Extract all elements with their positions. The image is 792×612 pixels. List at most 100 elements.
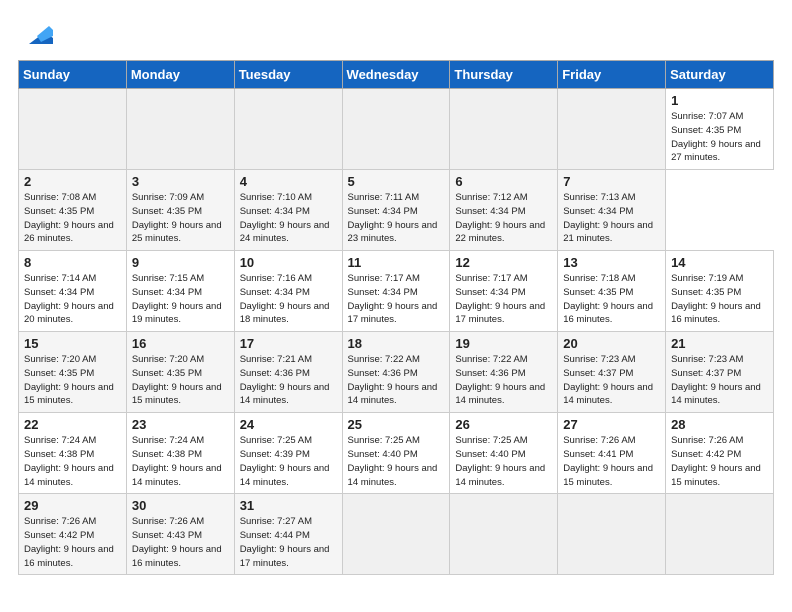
day-info: Sunrise: 7:21 AM Sunset: 4:36 PM Dayligh…: [240, 354, 330, 406]
calendar-cell: 3 Sunrise: 7:09 AM Sunset: 4:35 PM Daylig…: [126, 170, 234, 251]
calendar-cell: 17Sunrise: 7:21 AM Sunset: 4:36 PM Dayli…: [234, 332, 342, 413]
calendar-cell: 2Sunrise: 7:08 AM Sunset: 4:35 PM Daylig…: [19, 170, 127, 251]
calendar-cell: [342, 494, 450, 575]
calendar-cell: [450, 494, 558, 575]
calendar-cell: 26 Sunrise: 7:25 AM Sunset: 4:40 PM Dayli…: [450, 413, 558, 494]
day-number: 30: [132, 498, 230, 513]
day-number: 21: [671, 336, 769, 351]
calendar-cell: 1 Sunrise: 7:07 AM Sunset: 4:35 PM Daylig…: [666, 89, 774, 170]
day-info: Sunrise: 7:12 AM Sunset: 4:34 PM Dayligh…: [455, 192, 545, 244]
calendar-cell: [666, 494, 774, 575]
day-info: Sunrise: 7:26 AM Sunset: 4:42 PM Dayligh…: [671, 435, 761, 487]
calendar-cell: 10 Sunrise: 7:16 AM Sunset: 4:34 PM Dayli…: [234, 251, 342, 332]
day-number: 24: [240, 417, 338, 432]
calendar-header-tuesday: Tuesday: [234, 61, 342, 89]
day-info: Sunrise: 7:23 AM Sunset: 4:37 PM Dayligh…: [671, 354, 761, 406]
calendar-cell: 18 Sunrise: 7:22 AM Sunset: 4:36 PM Dayli…: [342, 332, 450, 413]
calendar-cell: 14 Sunrise: 7:19 AM Sunset: 4:35 PM Dayli…: [666, 251, 774, 332]
day-number: 3: [132, 174, 230, 189]
day-info: Sunrise: 7:26 AM Sunset: 4:42 PM Dayligh…: [24, 516, 114, 568]
calendar-cell: 25 Sunrise: 7:25 AM Sunset: 4:40 PM Dayli…: [342, 413, 450, 494]
day-number: 23: [132, 417, 230, 432]
day-number: 29: [24, 498, 122, 513]
day-info: Sunrise: 7:09 AM Sunset: 4:35 PM Dayligh…: [132, 192, 222, 244]
calendar-week-row: 22 Sunrise: 7:24 AM Sunset: 4:38 PM Dayli…: [19, 413, 774, 494]
calendar-week-row: 29 Sunrise: 7:26 AM Sunset: 4:42 PM Dayli…: [19, 494, 774, 575]
calendar-week-row: 2Sunrise: 7:08 AM Sunset: 4:35 PM Daylig…: [19, 170, 774, 251]
logo-icon: [21, 16, 53, 48]
calendar-cell: 7Sunrise: 7:13 AM Sunset: 4:34 PM Daylig…: [558, 170, 666, 251]
day-number: 15: [24, 336, 122, 351]
day-info: Sunrise: 7:17 AM Sunset: 4:34 PM Dayligh…: [455, 273, 545, 325]
day-info: Sunrise: 7:24 AM Sunset: 4:38 PM Dayligh…: [24, 435, 114, 487]
day-number: 31: [240, 498, 338, 513]
day-info: Sunrise: 7:26 AM Sunset: 4:41 PM Dayligh…: [563, 435, 653, 487]
calendar-cell: 15 Sunrise: 7:20 AM Sunset: 4:35 PM Dayli…: [19, 332, 127, 413]
calendar-cell: [558, 89, 666, 170]
page: SundayMondayTuesdayWednesdayThursdayFrid…: [0, 0, 792, 612]
calendar-header-row: SundayMondayTuesdayWednesdayThursdayFrid…: [19, 61, 774, 89]
day-number: 5: [348, 174, 446, 189]
day-info: Sunrise: 7:27 AM Sunset: 4:44 PM Dayligh…: [240, 516, 330, 568]
day-info: Sunrise: 7:20 AM Sunset: 4:35 PM Dayligh…: [132, 354, 222, 406]
calendar-header-sunday: Sunday: [19, 61, 127, 89]
day-info: Sunrise: 7:25 AM Sunset: 4:40 PM Dayligh…: [455, 435, 545, 487]
calendar-cell: 12 Sunrise: 7:17 AM Sunset: 4:34 PM Dayli…: [450, 251, 558, 332]
day-info: Sunrise: 7:23 AM Sunset: 4:37 PM Dayligh…: [563, 354, 653, 406]
calendar-header-thursday: Thursday: [450, 61, 558, 89]
day-info: Sunrise: 7:22 AM Sunset: 4:36 PM Dayligh…: [348, 354, 438, 406]
day-info: Sunrise: 7:25 AM Sunset: 4:39 PM Dayligh…: [240, 435, 330, 487]
day-number: 14: [671, 255, 769, 270]
calendar-cell: 5 Sunrise: 7:11 AM Sunset: 4:34 PM Daylig…: [342, 170, 450, 251]
calendar-header-saturday: Saturday: [666, 61, 774, 89]
calendar-header-friday: Friday: [558, 61, 666, 89]
calendar-cell: 13 Sunrise: 7:18 AM Sunset: 4:35 PM Dayli…: [558, 251, 666, 332]
day-info: Sunrise: 7:11 AM Sunset: 4:34 PM Dayligh…: [348, 192, 438, 244]
day-number: 19: [455, 336, 553, 351]
calendar-cell: [342, 89, 450, 170]
day-info: Sunrise: 7:25 AM Sunset: 4:40 PM Dayligh…: [348, 435, 438, 487]
calendar-cell: 22 Sunrise: 7:24 AM Sunset: 4:38 PM Dayli…: [19, 413, 127, 494]
day-number: 12: [455, 255, 553, 270]
day-info: Sunrise: 7:22 AM Sunset: 4:36 PM Dayligh…: [455, 354, 545, 406]
calendar-cell: 9Sunrise: 7:15 AM Sunset: 4:34 PM Daylig…: [126, 251, 234, 332]
day-info: Sunrise: 7:18 AM Sunset: 4:35 PM Dayligh…: [563, 273, 653, 325]
day-info: Sunrise: 7:10 AM Sunset: 4:34 PM Dayligh…: [240, 192, 330, 244]
calendar-header-wednesday: Wednesday: [342, 61, 450, 89]
day-number: 26: [455, 417, 553, 432]
day-number: 20: [563, 336, 661, 351]
calendar-cell: [234, 89, 342, 170]
day-number: 22: [24, 417, 122, 432]
day-info: Sunrise: 7:16 AM Sunset: 4:34 PM Dayligh…: [240, 273, 330, 325]
calendar-week-row: 1 Sunrise: 7:07 AM Sunset: 4:35 PM Daylig…: [19, 89, 774, 170]
day-number: 8: [24, 255, 122, 270]
calendar-cell: 4Sunrise: 7:10 AM Sunset: 4:34 PM Daylig…: [234, 170, 342, 251]
day-number: 25: [348, 417, 446, 432]
day-number: 1: [671, 93, 769, 108]
day-number: 6: [455, 174, 553, 189]
day-info: Sunrise: 7:08 AM Sunset: 4:35 PM Dayligh…: [24, 192, 114, 244]
calendar-cell: 24 Sunrise: 7:25 AM Sunset: 4:39 PM Dayli…: [234, 413, 342, 494]
calendar-week-row: 8 Sunrise: 7:14 AM Sunset: 4:34 PM Daylig…: [19, 251, 774, 332]
day-info: Sunrise: 7:14 AM Sunset: 4:34 PM Dayligh…: [24, 273, 114, 325]
calendar-cell: 30 Sunrise: 7:26 AM Sunset: 4:43 PM Dayli…: [126, 494, 234, 575]
day-number: 28: [671, 417, 769, 432]
day-number: 16: [132, 336, 230, 351]
day-info: Sunrise: 7:26 AM Sunset: 4:43 PM Dayligh…: [132, 516, 222, 568]
calendar-header-monday: Monday: [126, 61, 234, 89]
day-info: Sunrise: 7:20 AM Sunset: 4:35 PM Dayligh…: [24, 354, 114, 406]
day-number: 13: [563, 255, 661, 270]
day-info: Sunrise: 7:07 AM Sunset: 4:35 PM Dayligh…: [671, 111, 761, 163]
day-number: 27: [563, 417, 661, 432]
calendar-cell: 27 Sunrise: 7:26 AM Sunset: 4:41 PM Dayli…: [558, 413, 666, 494]
day-number: 10: [240, 255, 338, 270]
calendar-cell: 31 Sunrise: 7:27 AM Sunset: 4:44 PM Dayli…: [234, 494, 342, 575]
day-number: 18: [348, 336, 446, 351]
calendar-cell: 28 Sunrise: 7:26 AM Sunset: 4:42 PM Dayli…: [666, 413, 774, 494]
day-info: Sunrise: 7:19 AM Sunset: 4:35 PM Dayligh…: [671, 273, 761, 325]
day-info: Sunrise: 7:17 AM Sunset: 4:34 PM Dayligh…: [348, 273, 438, 325]
calendar-cell: [450, 89, 558, 170]
calendar-cell: 21 Sunrise: 7:23 AM Sunset: 4:37 PM Dayli…: [666, 332, 774, 413]
calendar-cell: 29 Sunrise: 7:26 AM Sunset: 4:42 PM Dayli…: [19, 494, 127, 575]
calendar-cell: 8 Sunrise: 7:14 AM Sunset: 4:34 PM Daylig…: [19, 251, 127, 332]
